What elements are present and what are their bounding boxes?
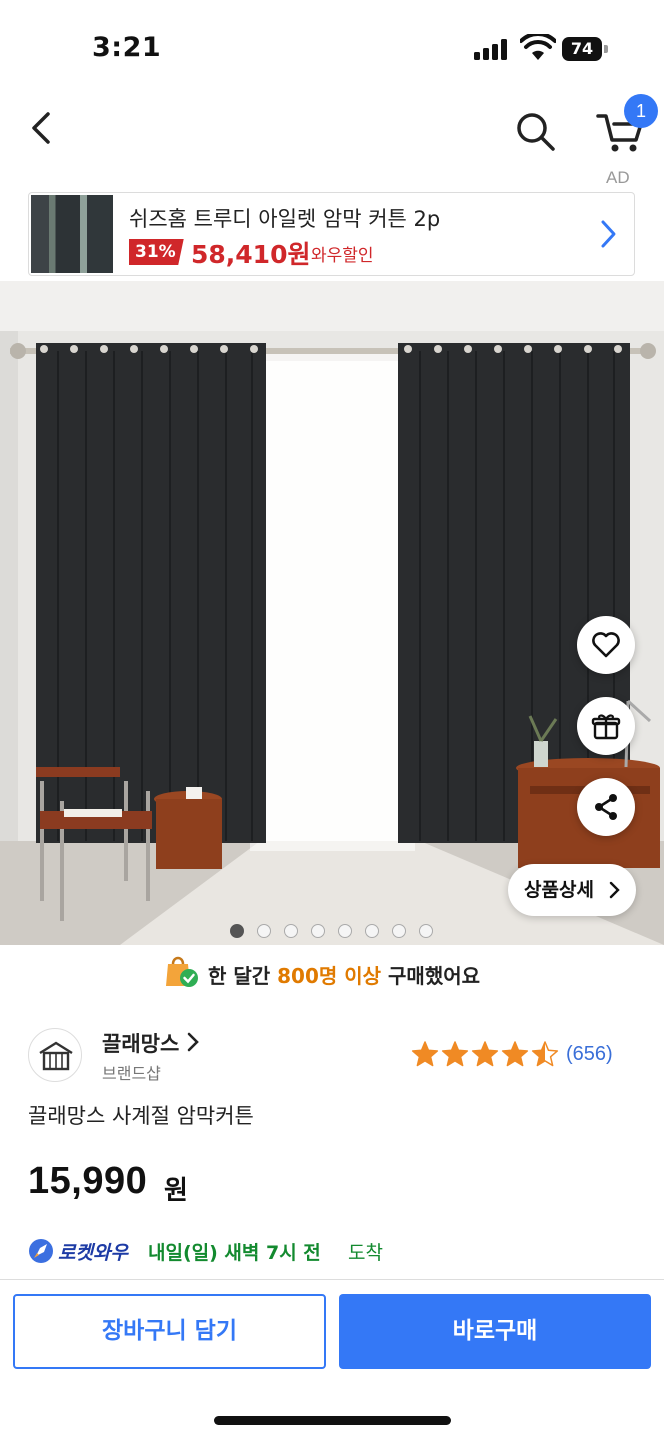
chevron-right-icon [609, 881, 620, 899]
purchase-count-text: 한 달간 800명 이상 구매했어요 [208, 964, 481, 988]
battery-indicator: 74 [562, 37, 602, 61]
nav-bar [0, 96, 664, 166]
ad-sale-label: 와우할인 [311, 246, 374, 266]
share-icon [595, 794, 617, 820]
product-image-gallery[interactable]: 상품상세 [0, 281, 664, 945]
signal-icon [474, 38, 510, 60]
bottom-divider [0, 1279, 664, 1280]
purchase-count-row: 한 달간 800명 이상 구매했어요 [0, 950, 664, 996]
shopping-bag-icon [166, 956, 198, 987]
battery-tip [604, 45, 608, 53]
ad-price: 58,410원 [191, 240, 311, 269]
star-icon [441, 1041, 469, 1067]
add-to-cart-button[interactable]: 장바구니 담기 [13, 1294, 326, 1369]
wishlist-button[interactable] [577, 616, 635, 674]
pagination-dot[interactable] [284, 924, 298, 938]
ad-title: 쉬즈홈 트루디 아일렛 암막 커튼 2p [129, 207, 441, 231]
delivery-date: 내일(일) 새벽 7시 전 [148, 1242, 321, 1264]
rating-stars[interactable] [410, 1040, 560, 1070]
pagination-dot[interactable] [311, 924, 325, 938]
product-detail-label: 상품상세 [524, 879, 594, 901]
chevron-right-icon [187, 1032, 199, 1052]
heart-icon [592, 632, 620, 658]
pagination-dot[interactable] [338, 924, 352, 938]
product-photo [0, 281, 664, 945]
review-count[interactable]: (656) [566, 1043, 613, 1066]
product-price: 15,990 [28, 1160, 148, 1202]
ad-label: AD [606, 168, 630, 187]
search-icon [517, 113, 555, 151]
price-unit: 원 [164, 1176, 188, 1206]
pagination-dot[interactable] [365, 924, 379, 938]
gift-button[interactable] [577, 697, 635, 755]
star-icon [471, 1041, 499, 1067]
delivery-arrive: 도착 [348, 1242, 383, 1264]
wifi-icon [519, 31, 557, 62]
brand-name-link[interactable]: 끌래망스 [102, 1028, 179, 1058]
ad-thumbnail [31, 195, 113, 273]
house-logo-icon [39, 1041, 73, 1071]
star-icon [501, 1041, 529, 1067]
star-icon [411, 1041, 439, 1067]
product-detail-button[interactable]: 상품상세 [508, 864, 636, 916]
gift-icon [591, 714, 621, 740]
home-indicator [214, 1416, 451, 1425]
ad-banner[interactable]: 쉬즈홈 트루디 아일렛 암막 커튼 2p 31% 58,410원 와우할인 [28, 192, 635, 276]
search-button[interactable] [510, 106, 560, 156]
pagination-dot[interactable] [230, 924, 244, 938]
ad-discount-badge: 31% [129, 239, 184, 265]
back-button[interactable] [20, 108, 64, 152]
rocket-wow-label: 로켓와우 [58, 1242, 128, 1264]
brand-logo[interactable] [28, 1028, 82, 1082]
status-bar: 3:21 74 [0, 0, 664, 96]
pagination-dot[interactable] [419, 924, 433, 938]
buy-now-button[interactable]: 바로구매 [339, 1294, 651, 1369]
brand-shop-label: 브랜드샵 [102, 1064, 161, 1083]
rocket-icon [29, 1239, 53, 1263]
chevron-right-icon [593, 217, 623, 251]
pagination-dot[interactable] [392, 924, 406, 938]
pagination-dot[interactable] [257, 924, 271, 938]
share-button[interactable] [577, 778, 635, 836]
cart-badge: 1 [624, 94, 658, 128]
purchase-count-highlight: 800명 이상 [277, 964, 382, 988]
chevron-left-icon [32, 112, 50, 144]
status-time: 3:21 [92, 32, 162, 63]
product-name: 끌래망스 사계절 암막커튼 [28, 1104, 254, 1128]
star-icon [531, 1041, 559, 1067]
